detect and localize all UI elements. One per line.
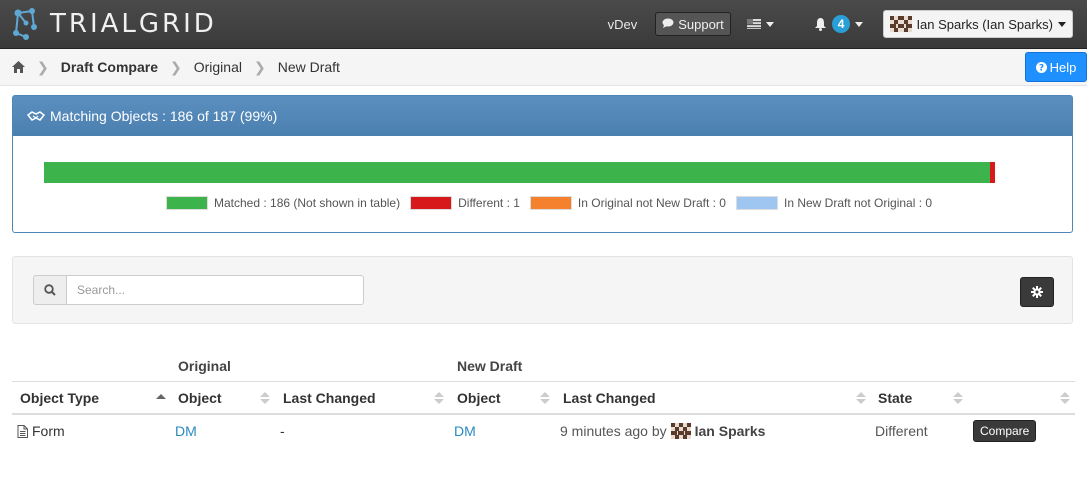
- user-avatar-icon: [670, 423, 691, 439]
- sort-icon: [953, 392, 963, 404]
- search-toolbar: [12, 256, 1073, 324]
- bar-segment-different: [989, 162, 995, 183]
- original-object-link[interactable]: DM: [175, 415, 197, 447]
- state-cell: Different: [875, 423, 928, 439]
- compare-table: Object Type Object Last Changed Object L…: [12, 381, 1075, 447]
- gear-icon: [1031, 286, 1043, 298]
- legend-label: In Original not New Draft : 0: [577, 196, 726, 210]
- compare-button[interactable]: Compare: [973, 420, 1037, 442]
- legend-item-in-original: In Original not New Draft : 0: [529, 196, 726, 210]
- column-header-object-type[interactable]: Object Type: [20, 382, 99, 413]
- table-header-row: Object Type Object Last Changed Object L…: [12, 381, 1075, 415]
- sort-icon: [856, 392, 866, 404]
- handshake-icon: [27, 111, 45, 121]
- table-row: Form DM - DM 9 minutes ago by Ian Sparks…: [12, 415, 1075, 447]
- breadcrumb-new-draft: New Draft: [277, 59, 340, 75]
- legend-item-in-new-draft: In New Draft not Original : 0: [735, 196, 933, 210]
- legend-swatch: [529, 196, 572, 210]
- file-icon: [17, 424, 28, 438]
- caret-down-icon: [855, 21, 864, 27]
- match-progress-bar: [44, 162, 995, 183]
- search-input[interactable]: [66, 275, 364, 305]
- user-menu-button[interactable]: Ian Sparks (Ian Sparks): [883, 10, 1073, 38]
- column-header-original-last-changed[interactable]: Last Changed: [283, 382, 376, 413]
- breadcrumb-separator: ❯: [253, 58, 266, 75]
- sort-icon[interactable]: [1060, 392, 1070, 404]
- column-header-state[interactable]: State: [878, 382, 912, 413]
- changed-by-user[interactable]: Ian Sparks: [695, 423, 766, 439]
- compare-cell: Compare: [973, 415, 1037, 447]
- help-label: Help: [1049, 59, 1077, 75]
- panel-heading: Matching Objects : 186 of 187 (99%): [13, 96, 1072, 136]
- legend-item-different: Different : 1: [410, 196, 520, 210]
- legend: Matched : 186 (Not shown in table) Diffe…: [166, 196, 942, 210]
- new-last-changed-cell: 9 minutes ago by Ian Sparks: [560, 423, 766, 439]
- legend-swatch: [735, 196, 778, 210]
- sort-icon: [260, 392, 270, 404]
- flag-icon: [746, 19, 761, 29]
- help-button[interactable]: ? Help: [1025, 52, 1087, 82]
- breadcrumb-separator: ❯: [37, 58, 49, 75]
- network-logo-icon: [13, 8, 37, 40]
- panel-title: Matching Objects : 186 of 187 (99%): [50, 108, 278, 124]
- settings-button[interactable]: [1020, 277, 1054, 307]
- bell-icon: [814, 18, 826, 31]
- original-last-changed-cell: -: [280, 423, 285, 439]
- environment-label[interactable]: vDev: [608, 17, 638, 32]
- breadcrumb-original[interactable]: Original: [194, 59, 242, 75]
- new-draft-group-header: New Draft: [457, 358, 523, 374]
- column-header-new-last-changed[interactable]: Last Changed: [563, 382, 656, 413]
- original-group-header: Original: [178, 358, 231, 374]
- brand-name: TRIALGRID: [50, 9, 217, 39]
- support-label: Support: [678, 16, 724, 32]
- svg-text:?: ?: [1039, 63, 1044, 73]
- matching-objects-panel: Matching Objects : 186 of 187 (99%) Matc…: [12, 95, 1073, 233]
- question-circle-icon: ?: [1035, 61, 1047, 73]
- bar-segment-matched: [44, 162, 990, 183]
- navbar-right: vDev Support 4 Ian Sparks (Ian Sparks): [608, 0, 1087, 48]
- breadcrumb: ❯ Draft Compare ❯ Original ❯ New Draft ?…: [0, 49, 1087, 86]
- caret-down-icon: [1058, 21, 1066, 27]
- brand-logo[interactable]: TRIALGRID: [10, 5, 217, 43]
- search-icon: [33, 275, 66, 305]
- legend-swatch: [410, 196, 453, 210]
- legend-label: In New Draft not Original : 0: [783, 196, 933, 210]
- notification-count-badge: 4: [831, 15, 851, 33]
- home-icon[interactable]: [12, 61, 25, 73]
- user-name: Ian Sparks (Ian Sparks): [916, 16, 1053, 32]
- sort-icon: [540, 392, 550, 404]
- top-navbar: TRIALGRID vDev Support 4 Ian Sparks (Ian…: [0, 0, 1087, 49]
- object-type-cell: Form: [17, 415, 65, 447]
- notifications-menu[interactable]: 4: [814, 15, 864, 33]
- legend-item-matched: Matched : 186 (Not shown in table): [166, 196, 400, 210]
- sort-icon: [434, 392, 444, 404]
- search-group: [33, 275, 364, 305]
- legend-label: Different : 1: [458, 196, 520, 210]
- caret-down-icon: [765, 21, 774, 27]
- new-object-link[interactable]: DM: [454, 415, 476, 447]
- user-avatar-icon: [890, 16, 913, 32]
- sort-asc-icon: [156, 394, 166, 399]
- column-header-new-object[interactable]: Object: [457, 382, 501, 413]
- chat-bubble-icon: [662, 18, 674, 31]
- column-header-original-object[interactable]: Object: [178, 382, 222, 413]
- legend-label: Matched : 186 (Not shown in table): [214, 196, 401, 210]
- legend-swatch: [166, 196, 208, 210]
- language-menu[interactable]: [746, 19, 774, 29]
- support-button[interactable]: Support: [655, 12, 731, 36]
- breadcrumb-draft-compare[interactable]: Draft Compare: [61, 59, 158, 75]
- breadcrumb-separator: ❯: [169, 58, 182, 75]
